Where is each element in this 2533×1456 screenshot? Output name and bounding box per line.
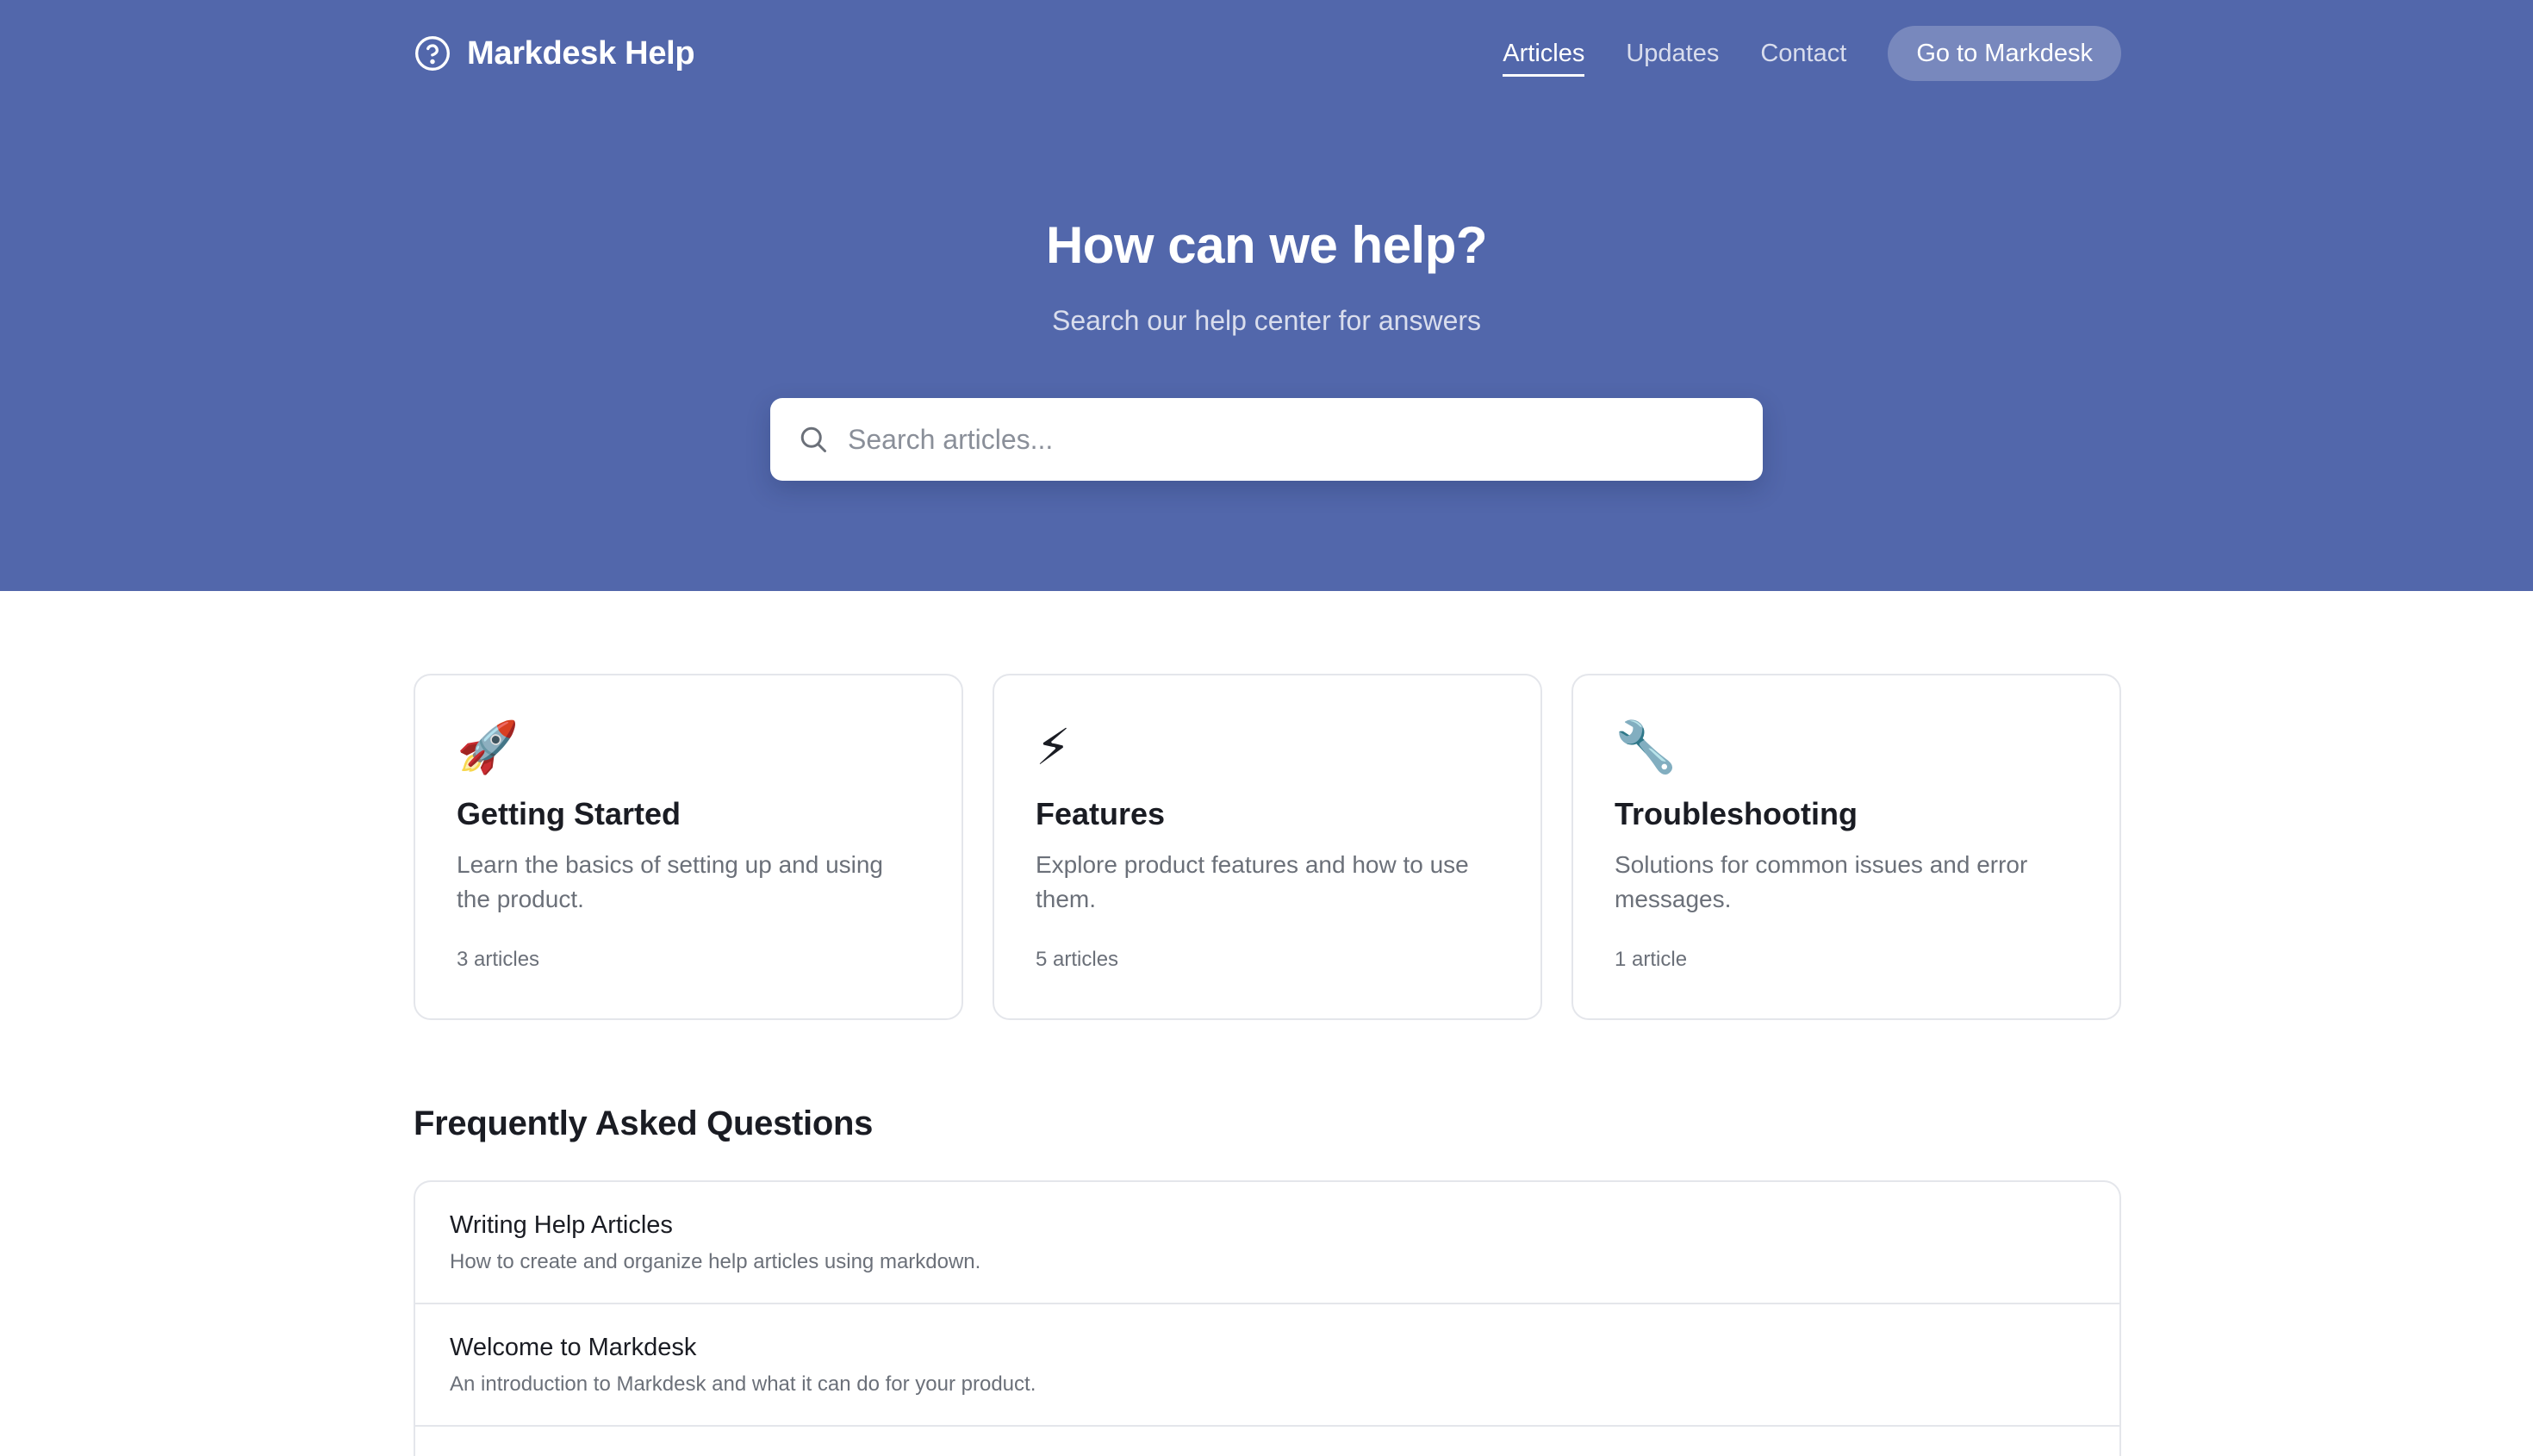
category-title: Features [1036,796,1166,831]
hero-section: Markdesk Help Articles Updates Contact G… [0,0,2533,591]
faq-item-welcome-to-markdesk[interactable]: Welcome to Markdesk An introduction to M… [415,1304,2119,1427]
category-article-count: 3 articles [457,948,540,971]
faq-item-description: An introduction to Markdesk and what it … [450,1372,1036,1396]
brand-name: Markdesk Help [467,34,695,72]
rocket-icon: 🚀 [457,719,520,775]
category-card-features[interactable]: ⚡ Features Explore product features and … [993,674,1542,1020]
category-cards: 🚀 Getting Started Learn the basics of se… [414,674,2121,1020]
lightning-icon: ⚡ [1036,719,1071,775]
wrench-icon: 🔧 [1615,719,1677,775]
faq-list: Writing Help Articles How to create and … [414,1180,2121,1456]
nav-links: Articles Updates Contact Go to Markdesk [1461,26,2121,81]
category-description: Learn the basics of setting up and using… [457,851,884,912]
faq-title: Frequently Asked Questions [414,1104,874,1142]
category-description: Explore product features and how to use … [1036,851,1469,912]
category-article-count: 5 articles [1036,948,1119,971]
nav-link-contact[interactable]: Contact [1760,40,1846,68]
top-navigation: Markdesk Help Articles Updates Contact G… [414,26,2121,81]
search-icon [800,426,826,452]
hero-title: How can we help? [1045,216,1488,274]
go-to-markdesk-button[interactable]: Go to Markdesk [1888,26,2121,81]
category-title: Getting Started [457,796,681,831]
faq-item-writing-help-articles[interactable]: Writing Help Articles How to create and … [415,1182,2119,1304]
hero-subtitle: Search our help center for answers [1051,305,1482,336]
category-title: Troubleshooting [1615,796,1858,831]
search-input[interactable] [846,413,1763,466]
category-card-getting-started[interactable]: 🚀 Getting Started Learn the basics of se… [414,674,963,1020]
category-description: Solutions for common issues and error me… [1615,851,2028,912]
nav-link-updates[interactable]: Updates [1626,40,1719,68]
question-circle-icon [415,36,450,71]
nav-link-articles[interactable]: Articles [1503,40,1585,77]
faq-item-description: How to create and organize help articles… [450,1250,981,1273]
faq-item-title: Writing Help Articles [450,1211,673,1239]
category-card-troubleshooting[interactable]: 🔧 Troubleshooting Solutions for common i… [1571,674,2121,1020]
faq-item-title: Welcome to Markdesk [450,1334,697,1361]
search-bar[interactable] [770,398,1763,481]
brand[interactable]: Markdesk Help [414,34,695,72]
category-article-count: 1 article [1615,948,1688,971]
